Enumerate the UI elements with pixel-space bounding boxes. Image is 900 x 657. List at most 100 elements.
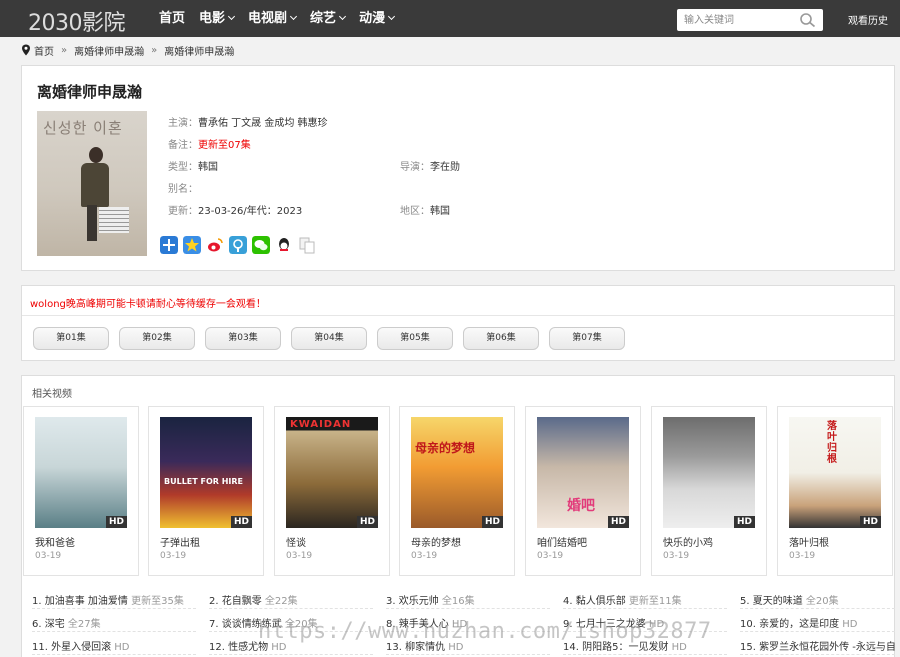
share-more-icon[interactable]: [160, 236, 178, 254]
episode-button-04[interactable]: 第04集: [291, 327, 367, 350]
video-card-title[interactable]: 怪谈: [286, 534, 306, 549]
breadcrumb-current: 离婚律师申晟瀚: [164, 46, 235, 58]
related-title: 相关视频: [32, 389, 72, 400]
video-card-date: 03-19: [286, 551, 313, 561]
hd-badge: HD: [607, 516, 629, 528]
list-item[interactable]: 5. 夏天的味道 全20集: [740, 592, 895, 609]
breadcrumb-separator: »: [151, 44, 158, 56]
video-card[interactable]: KWAIDAN HD 怪谈 03-19: [274, 406, 390, 576]
thumbnail-text: 母亲的梦想: [415, 441, 476, 455]
video-title: 离婚律师申晟瀚: [37, 83, 143, 101]
info-update: 更新：23-03-26/年代：2023: [168, 206, 303, 217]
thumbnail-text: BULLET FOR HIRE: [164, 477, 244, 486]
video-card-date: 03-19: [411, 551, 438, 561]
episode-button-06[interactable]: 第06集: [463, 327, 539, 350]
episode-button-07[interactable]: 第07集: [549, 327, 625, 350]
list-item[interactable]: 15. 紫罗兰永恒花园外传 -永远与自动: [740, 638, 895, 655]
list-item[interactable]: 3. 欢乐元帅 全16集: [386, 592, 550, 609]
watch-history-link[interactable]: 观看历史: [848, 12, 888, 27]
thumbnail-text: 婚吧: [567, 498, 595, 514]
video-detail-panel: 离婚律师申晟瀚 신성한 이혼 主演：曹承佑 丁文晟 金成均 韩惠珍 备注：更新至…: [21, 65, 895, 271]
video-card[interactable]: HD 快乐的小鸡 03-19: [651, 406, 767, 576]
video-thumbnail[interactable]: HD: [663, 417, 755, 528]
nav-item-variety[interactable]: 综艺: [310, 0, 347, 37]
info-region: 地区：韩国: [400, 206, 450, 217]
thumbnail-text: 落叶归根: [827, 421, 837, 465]
nav-item-movies[interactable]: 电影: [199, 0, 236, 37]
video-card-title[interactable]: 母亲的梦想: [411, 534, 461, 549]
hd-badge: HD: [733, 516, 755, 528]
video-card[interactable]: HD 我和爸爸 03-19: [23, 406, 139, 576]
tencent-weibo-icon[interactable]: [229, 236, 247, 254]
copy-link-icon[interactable]: [298, 236, 316, 254]
thumbnail-text: KWAIDAN: [290, 419, 352, 430]
hd-badge: HD: [481, 516, 503, 528]
chevron-down-icon: [227, 12, 236, 21]
breadcrumb-category[interactable]: 离婚律师申晟瀚: [74, 43, 144, 58]
search-input[interactable]: [677, 9, 795, 31]
breadcrumb-home[interactable]: 首页: [34, 43, 54, 58]
video-card[interactable]: 母亲的梦想 HD 母亲的梦想 03-19: [399, 406, 515, 576]
related-videos-panel: 相关视频 HD 我和爸爸 03-19 BULLET FOR HIRE HD 子弹…: [21, 375, 895, 657]
top-navbar: 2030影院 首页 电影 电视剧 综艺 动漫 观看历史: [0, 0, 900, 37]
video-card[interactable]: 落叶归根 HD 落叶归根 03-19: [777, 406, 893, 576]
info-alias: 别名：: [168, 184, 198, 195]
hd-badge: HD: [859, 516, 881, 528]
list-item[interactable]: 10. 亲爱的，这是印度 HD: [740, 615, 895, 632]
video-card-title[interactable]: 子弹出租: [160, 534, 200, 549]
poster-figure: [87, 205, 97, 241]
search-icon[interactable]: [799, 12, 817, 28]
video-card-date: 03-19: [663, 551, 690, 561]
info-type: 类型：韩国: [168, 162, 218, 173]
episode-button-05[interactable]: 第05集: [377, 327, 453, 350]
episode-button-03[interactable]: 第03集: [205, 327, 281, 350]
video-thumbnail[interactable]: BULLET FOR HIRE HD: [160, 417, 252, 528]
video-card-title[interactable]: 落叶归根: [789, 534, 829, 549]
video-card-date: 03-19: [537, 551, 564, 561]
list-item[interactable]: 2. 花自飘零 全22集: [209, 592, 373, 609]
qq-icon[interactable]: [275, 236, 293, 254]
video-thumbnail[interactable]: 婚吧 HD: [537, 417, 629, 528]
video-thumbnail[interactable]: 母亲的梦想 HD: [411, 417, 503, 528]
episodes-panel: wolong晚高峰期可能卡顿请耐心等待缓存一会观看！ 第01集 第02集 第03…: [21, 285, 895, 361]
qzone-star-icon[interactable]: [183, 236, 201, 254]
site-logo[interactable]: 2030影院: [28, 5, 126, 37]
search-box: [677, 9, 823, 31]
poster-figure: [81, 163, 109, 207]
hd-badge: HD: [356, 516, 378, 528]
poster-figure: [89, 147, 103, 163]
share-bar: [160, 236, 321, 254]
divider: [22, 315, 894, 316]
video-thumbnail[interactable]: 落叶归根 HD: [789, 417, 881, 528]
chevron-down-icon: [290, 12, 298, 21]
list-item[interactable]: 4. 黏人俱乐部 更新至11集: [563, 592, 727, 609]
chevron-down-icon: [339, 12, 347, 21]
hd-badge: HD: [230, 516, 252, 528]
nav-item-anime[interactable]: 动漫: [359, 0, 396, 37]
breadcrumb: 首页 » 离婚律师申晟瀚 » 离婚律师申晟瀚: [21, 43, 235, 58]
video-poster: 신성한 이혼: [37, 111, 147, 256]
info-director: 导演：李在勋: [400, 162, 460, 173]
breadcrumb-separator: »: [61, 44, 68, 56]
weibo-icon[interactable]: [206, 236, 224, 254]
video-card-date: 03-19: [35, 551, 62, 561]
list-item[interactable]: 11. 外星入侵回滚 HD: [32, 638, 196, 655]
list-item[interactable]: 6. 深宅 全27集: [32, 615, 196, 632]
main-nav: 首页 电影 电视剧 综艺 动漫: [159, 0, 408, 37]
list-item[interactable]: 1. 加油喜事 加油爱情 更新至35集: [32, 592, 196, 609]
nav-item-tv[interactable]: 电视剧: [248, 0, 298, 37]
video-card-title[interactable]: 快乐的小鸡: [663, 534, 713, 549]
nav-item-home[interactable]: 首页: [159, 0, 185, 37]
chevron-down-icon: [388, 12, 396, 21]
episode-button-02[interactable]: 第02集: [119, 327, 195, 350]
wechat-icon[interactable]: [252, 236, 270, 254]
video-card[interactable]: BULLET FOR HIRE HD 子弹出租 03-19: [148, 406, 264, 576]
video-thumbnail[interactable]: HD: [35, 417, 127, 528]
playback-notice: wolong晚高峰期可能卡顿请耐心等待缓存一会观看！: [30, 299, 266, 310]
video-card-title[interactable]: 咱们结婚吧: [537, 534, 587, 549]
video-card-title[interactable]: 我和爸爸: [35, 534, 75, 549]
info-note: 备注：更新至07集: [168, 140, 251, 151]
video-card[interactable]: 婚吧 HD 咱们结婚吧 03-19: [525, 406, 641, 576]
episode-button-01[interactable]: 第01集: [33, 327, 109, 350]
video-thumbnail[interactable]: KWAIDAN HD: [286, 417, 378, 528]
